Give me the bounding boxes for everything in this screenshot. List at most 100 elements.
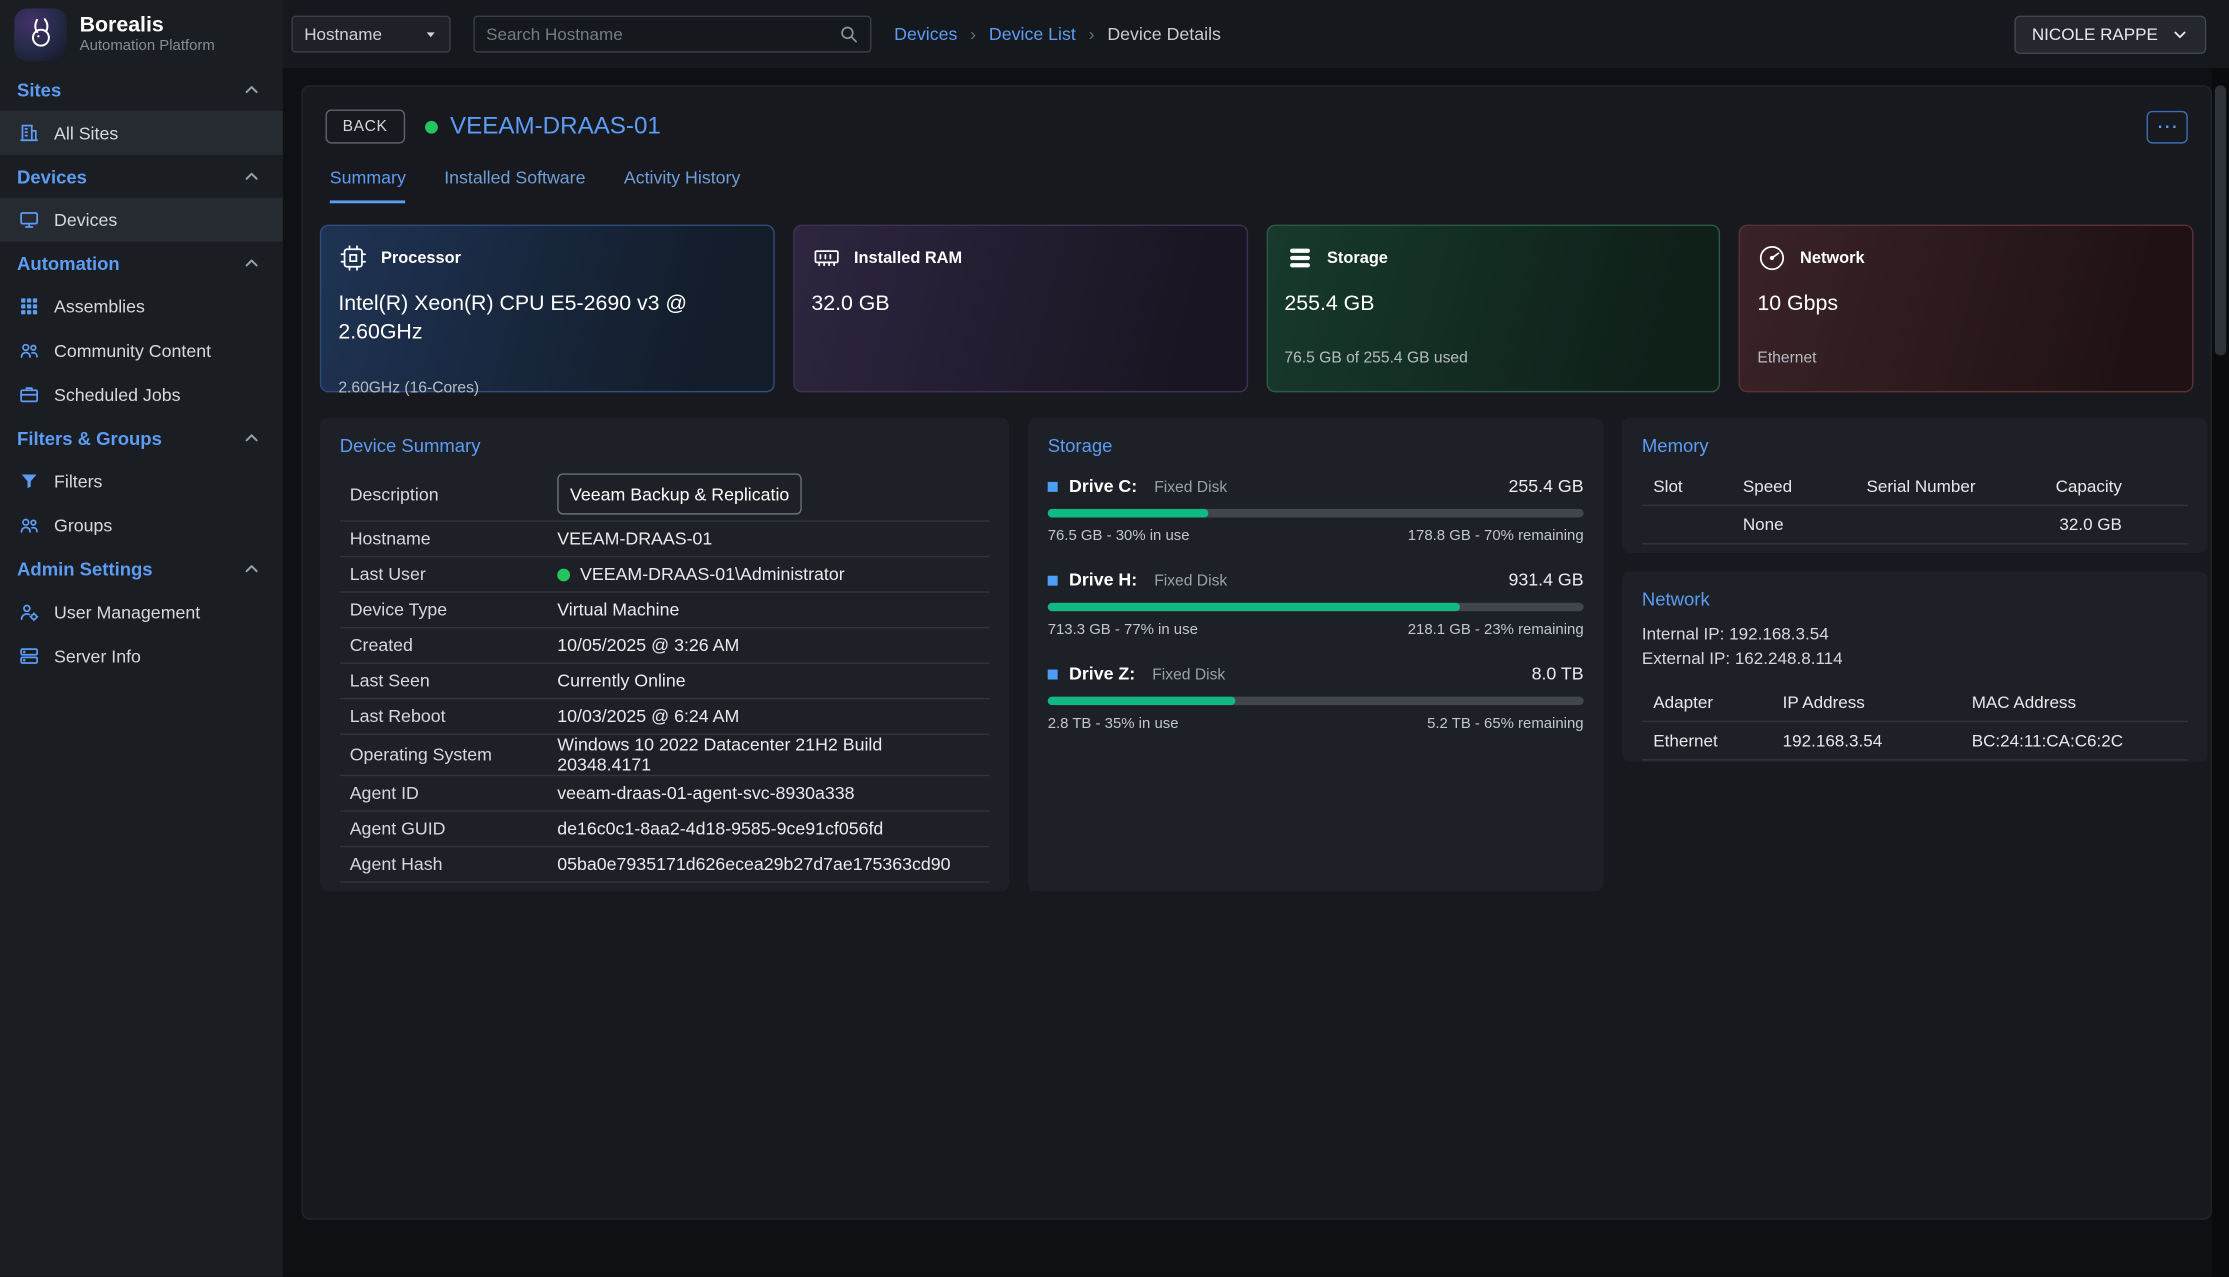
row-label: Last Seen: [350, 671, 558, 691]
monitor-icon: [18, 209, 39, 230]
sidebar-item-devices[interactable]: Devices: [0, 198, 283, 242]
row-value: Virtual Machine: [557, 600, 679, 620]
search-box: [473, 16, 871, 53]
row-label: Operating System: [350, 745, 558, 765]
groups-icon: [18, 515, 39, 536]
installed-ram-card: Installed RAM 32.0 GB: [793, 225, 1248, 393]
more-options-button[interactable]: ⋯: [2147, 110, 2188, 143]
device-tabs: Summary Installed Software Activity Hist…: [320, 144, 2194, 204]
scrollbar-track[interactable]: [2212, 68, 2229, 1276]
stat-cards: Processor Intel(R) Xeon(R) CPU E5-2690 v…: [320, 225, 2194, 393]
breadcrumb-current: Device Details: [1107, 24, 1221, 44]
breadcrumb-separator: ›: [1089, 24, 1095, 44]
row-label: Agent ID: [350, 783, 558, 803]
section-label: Sites: [17, 79, 61, 100]
sidebar: Borealis Automation Platform Sites All S…: [0, 0, 283, 1277]
device-summary-title: Device Summary: [340, 435, 990, 456]
col-header: Adapter: [1653, 692, 1782, 712]
sidebar-item-assemblies[interactable]: Assemblies: [0, 284, 283, 328]
sidebar-item-server-info[interactable]: Server Info: [0, 634, 283, 678]
breadcrumb-link-device-list[interactable]: Device List: [989, 24, 1076, 44]
user-menu-button[interactable]: NICOLE RAPPE: [2015, 15, 2206, 53]
tab-activity-history[interactable]: Activity History: [624, 168, 741, 204]
drive-remaining: 218.1 GB - 23% remaining: [1408, 621, 1584, 638]
user-name: NICOLE RAPPE: [2032, 24, 2158, 44]
tab-summary[interactable]: Summary: [330, 168, 406, 204]
processor-card: Processor Intel(R) Xeon(R) CPU E5-2690 v…: [320, 225, 775, 393]
stat-sub: 76.5 GB of 255.4 GB used: [1284, 350, 1702, 367]
summary-row-last-seen: Last Seen Currently Online: [340, 664, 990, 700]
drive-used: 713.3 GB - 77% in use: [1048, 621, 1198, 638]
sidebar-item-groups[interactable]: Groups: [0, 503, 283, 547]
sidebar-section-filters-groups[interactable]: Filters & Groups: [0, 417, 283, 460]
drive-usage-bar: [1048, 603, 1584, 612]
network-table: Adapter IP Address MAC Address Ethernet …: [1642, 683, 2187, 760]
sidebar-item-label: Groups: [54, 515, 112, 535]
device-header: BACK VEEAM-DRAAS-01 ⋯: [320, 107, 2194, 144]
sidebar-item-label: All Sites: [54, 123, 118, 143]
sidebar-section-sites[interactable]: Sites: [0, 68, 283, 111]
drive-z: Drive Z: Fixed Disk 8.0 TB 2.8 TB - 35% …: [1048, 664, 1584, 732]
drive-type: Fixed Disk: [1154, 479, 1227, 496]
sidebar-item-community-content[interactable]: Community Content: [0, 328, 283, 372]
chevron-up-icon: [242, 80, 262, 100]
breadcrumb-link-devices[interactable]: Devices: [894, 24, 957, 44]
filter-icon: [18, 471, 39, 492]
row-label: Agent Hash: [350, 854, 558, 874]
memory-capacity: 32.0 GB: [2056, 515, 2176, 535]
online-status-dot: [557, 568, 570, 581]
description-input[interactable]: [557, 473, 802, 514]
summary-row-last-reboot: Last Reboot 10/03/2025 @ 6:24 AM: [340, 699, 990, 735]
sidebar-section-admin-settings[interactable]: Admin Settings: [0, 547, 283, 590]
summary-row-last-user: Last User VEEAM-DRAAS-01\Administrator: [340, 557, 990, 593]
drive-remaining: 5.2 TB - 65% remaining: [1427, 715, 1584, 732]
sidebar-item-label: Community Content: [54, 340, 211, 360]
storage-panel: Storage Drive C: Fixed Disk 255.4 GB: [1028, 418, 1604, 891]
sidebar-section-devices[interactable]: Devices: [0, 155, 283, 198]
sidebar-item-scheduled-jobs[interactable]: Scheduled Jobs: [0, 372, 283, 416]
memory-row: None 32.0 GB: [1642, 505, 2187, 545]
back-button[interactable]: BACK: [326, 109, 405, 143]
adapter-name: Ethernet: [1653, 730, 1782, 750]
ellipsis-icon: ⋯: [2157, 116, 2178, 137]
search-input[interactable]: [486, 24, 839, 44]
memory-panel: Memory Slot Speed Serial Number Capacity…: [1622, 418, 2207, 553]
chevron-up-icon: [242, 166, 262, 186]
memory-serial: [1867, 515, 2056, 535]
brand: Borealis Automation Platform: [0, 0, 283, 68]
sidebar-item-all-sites[interactable]: All Sites: [0, 111, 283, 155]
online-status-dot: [424, 120, 437, 133]
summary-row-agent-id: Agent ID veeam-draas-01-agent-svc-8930a3…: [340, 776, 990, 812]
caret-down-icon: [424, 27, 438, 41]
chevron-down-icon: [2171, 25, 2189, 43]
search-filter-dropdown[interactable]: Hostname: [291, 16, 450, 53]
row-label: Description: [350, 484, 558, 504]
row-value: Currently Online: [557, 671, 685, 691]
sidebar-item-filters[interactable]: Filters: [0, 459, 283, 503]
sidebar-item-label: Server Info: [54, 646, 141, 666]
drive-size: 8.0 TB: [1532, 664, 1584, 684]
stat-title: Network: [1800, 249, 1865, 266]
network-panel: Network Internal IP: 192.168.3.54 Extern…: [1622, 571, 2207, 761]
summary-row-agent-hash: Agent Hash 05ba0e7935171d626ecea29b27d7a…: [340, 847, 990, 883]
tab-installed-software[interactable]: Installed Software: [444, 168, 585, 204]
scrollbar-thumb[interactable]: [2215, 85, 2226, 355]
app-root: Borealis Automation Platform Sites All S…: [0, 0, 2229, 1277]
sidebar-item-label: Filters: [54, 471, 102, 491]
adapter-mac: BC:24:11:CA:C6:2C: [1972, 730, 2176, 750]
drive-bullet-icon: [1048, 481, 1058, 491]
drive-name: Drive C:: [1069, 476, 1137, 496]
sidebar-item-user-management[interactable]: User Management: [0, 590, 283, 634]
drive-usage-fill: [1048, 603, 1461, 612]
row-value: VEEAM-DRAAS-01\Administrator: [557, 564, 844, 584]
row-value: veeam-draas-01-agent-svc-8930a338: [557, 783, 854, 803]
row-value: 10/03/2025 @ 6:24 AM: [557, 707, 739, 727]
sidebar-section-automation[interactable]: Automation: [0, 242, 283, 285]
sidebar-item-label: Scheduled Jobs: [54, 385, 180, 405]
row-value: VEEAM-DRAAS-01: [557, 529, 712, 549]
network-panel-title: Network: [1642, 589, 2187, 610]
stat-title: Storage: [1327, 249, 1388, 266]
memory-panel-title: Memory: [1642, 435, 2187, 456]
stat-title: Installed RAM: [854, 249, 962, 266]
brand-text: Borealis Automation Platform: [80, 15, 215, 54]
